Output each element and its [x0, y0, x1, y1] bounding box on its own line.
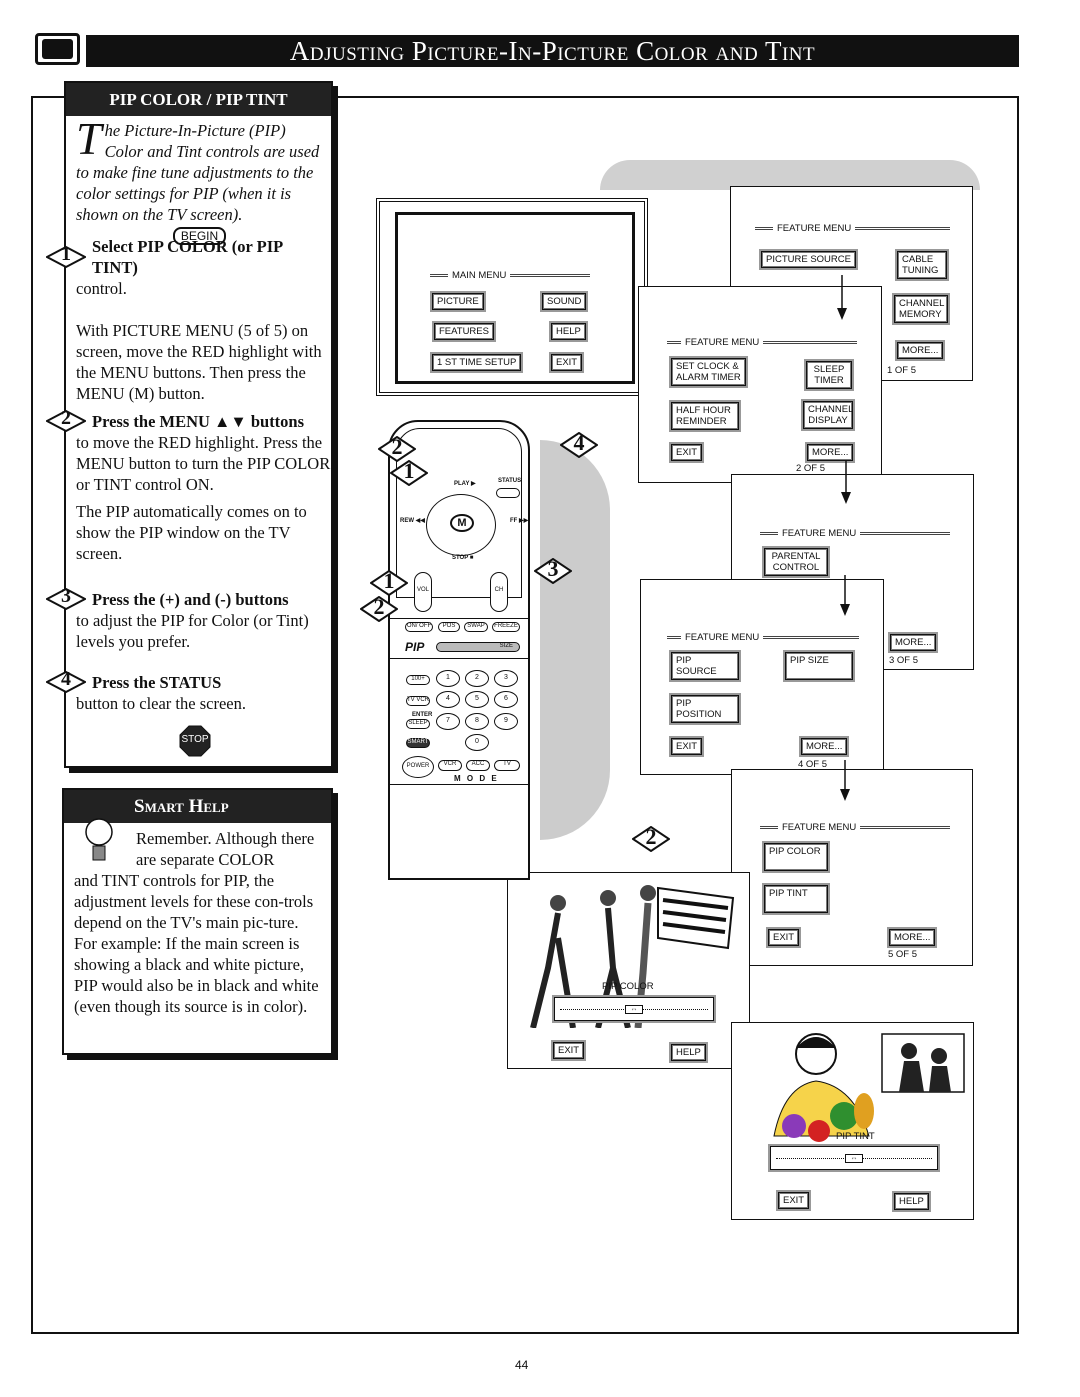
pip-tint-slider[interactable]: ⇔ [768, 1144, 940, 1172]
step-1: 1 Select PIP COLOR (or PIP TINT) control.… [46, 236, 331, 404]
mode-label: M O D E [454, 774, 499, 783]
main-menu-screen: MAIN MENU PICTURE SOUND FEATURES HELP 1 … [376, 198, 648, 396]
step-2: 2 Press the MENU ▲▼ buttons to move the R… [46, 408, 331, 564]
help-button[interactable]: HELP [549, 321, 588, 342]
pip-color-screen: PIP COLOR ⇔ EXIT HELP [507, 872, 750, 1069]
features-button[interactable]: FEATURES [432, 321, 496, 342]
arrow-icons [837, 275, 851, 801]
pip-on-off-button[interactable]: ON/ OFF [405, 622, 433, 632]
more-button[interactable]: MORE... [886, 927, 938, 948]
digit-4-button[interactable]: 4 [436, 691, 460, 708]
stop-label: STOP ■ [452, 555, 474, 561]
pip-color-button[interactable]: PIP COLOR [762, 841, 830, 873]
step-badge: 4 [559, 430, 599, 459]
pip-tint-label: PIP TINT [836, 1131, 875, 1142]
intro-body: he Picture-In-Picture (PIP) Color and Ti… [76, 121, 320, 224]
remote-control: PLAY ▶ STATUS REW ◀◀ FF ▶▶ M STOP ■ VOL … [388, 420, 530, 880]
parental-control-button[interactable]: PARENTAL CONTROL [762, 546, 830, 578]
help-button[interactable]: HELP [669, 1042, 708, 1063]
exit-button[interactable]: EXIT [550, 1040, 587, 1061]
mode-acc-button[interactable]: ACC [466, 760, 490, 771]
page-title: Adjusting Picture-In-Picture Color and T… [86, 35, 1019, 67]
mode-vcr-button[interactable]: VCR [438, 760, 462, 771]
stop-sign-icon: STOP [179, 725, 211, 757]
status-button[interactable] [496, 488, 520, 498]
step-badge: 3 [533, 556, 573, 585]
cable-tuning-button[interactable]: CABLE TUNING [895, 249, 949, 281]
step-badge: 2 [631, 824, 671, 853]
tv-vcr-button[interactable]: TV VCR [406, 696, 430, 706]
digit-1-button[interactable]: 1 [436, 670, 460, 687]
picture-button[interactable]: PICTURE [430, 291, 486, 312]
pip-color-label: PIP COLOR [602, 981, 654, 992]
page-indicator: 2 OF 5 [796, 463, 826, 474]
ff-label: FF ▶▶ [510, 518, 529, 524]
exit-button[interactable]: EXIT [668, 442, 705, 463]
pip-size-button[interactable]: SIZE [436, 642, 520, 652]
status-label: STATUS [498, 478, 522, 484]
tv-icon [35, 33, 80, 65]
step-4: 4 Press the STATUS button to clear the sc… [46, 669, 331, 714]
menu-title: MAIN MENU [452, 270, 507, 281]
enter-label: ENTER [412, 712, 433, 718]
hundred-plus-button[interactable]: 100+ [406, 675, 430, 685]
page-indicator: 3 OF 5 [889, 655, 919, 666]
pip-position-button[interactable]: PIP POSITION [669, 693, 741, 725]
page-number: 44 [515, 1358, 529, 1372]
sound-button[interactable]: SOUND [539, 291, 589, 312]
volume-button[interactable]: VOL [414, 572, 432, 612]
beam [540, 440, 610, 840]
more-button[interactable]: MORE... [894, 340, 946, 361]
rew-label: REW ◀◀ [400, 518, 425, 524]
digit-8-button[interactable]: 8 [465, 713, 489, 730]
pip-swap-button[interactable]: SWAP [464, 622, 488, 632]
power-button[interactable]: POWER [402, 756, 434, 778]
play-label: PLAY ▶ [454, 481, 476, 487]
step-badge: 1 [389, 458, 429, 487]
panel-heading: PIP COLOR / PIP TINT [66, 83, 331, 116]
lightbulb-icon [82, 810, 116, 870]
channel-memory-button[interactable]: CHANNEL MEMORY [892, 293, 950, 325]
digit-9-button[interactable]: 9 [494, 713, 518, 730]
exit-button[interactable]: EXIT [668, 736, 705, 757]
page-indicator: 5 OF 5 [888, 949, 918, 960]
step-badge: 1 [369, 568, 409, 597]
pip-pos-button[interactable]: POS [438, 622, 460, 632]
exit-button[interactable]: EXIT [548, 352, 585, 373]
digit-5-button[interactable]: 5 [465, 691, 489, 708]
half-hour-reminder-button[interactable]: HALF HOUR REMINDER [669, 400, 741, 432]
first-time-setup-button[interactable]: 1 ST TIME SETUP [429, 352, 524, 373]
intro-text: The Picture-In-Picture (PIP) Color and T… [76, 113, 323, 225]
pip-tint-button[interactable]: PIP TINT [762, 883, 830, 915]
channel-button[interactable]: CH [490, 572, 508, 612]
sleep-button[interactable]: SLEEP [406, 719, 430, 729]
digit-3-button[interactable]: 3 [494, 670, 518, 687]
pip-label: PIP [405, 640, 425, 654]
more-button[interactable]: MORE... [887, 632, 939, 653]
help-button[interactable]: HELP [892, 1191, 931, 1212]
smart-help-panel: Smart Help Remember. Although there are … [62, 788, 333, 1055]
digit-2-button[interactable]: 2 [465, 670, 489, 687]
pip-source-button[interactable]: PIP SOURCE [669, 650, 741, 682]
pip-freeze-button[interactable]: FREEZE [492, 622, 520, 632]
pip-color-slider[interactable]: ⇔ [552, 995, 716, 1023]
pip-tint-screen: PIP TINT ⇔ EXIT HELP [731, 1022, 974, 1220]
digit-0-button[interactable]: 0 [465, 734, 489, 751]
fruit-picture [773, 1033, 965, 1142]
mode-tv-button[interactable]: TV [494, 760, 520, 771]
step-badge: 2 [359, 594, 399, 623]
menu-m-button[interactable]: M [450, 514, 474, 532]
smart-button[interactable]: SMART [406, 738, 430, 748]
digit-7-button[interactable]: 7 [436, 713, 460, 730]
picture-source-button[interactable]: PICTURE SOURCE [759, 249, 858, 270]
dropcap: T [76, 113, 102, 164]
exit-button[interactable]: EXIT [775, 1190, 812, 1211]
smart-help-text: and TINT controls for PIP, the adjustmen… [74, 871, 319, 1016]
exit-button[interactable]: EXIT [765, 927, 802, 948]
page-indicator: 1 OF 5 [887, 365, 917, 376]
step-3: 3 Press the (+) and (-) buttons to adjust… [46, 586, 331, 652]
digit-6-button[interactable]: 6 [494, 691, 518, 708]
set-clock-button[interactable]: SET CLOCK & ALARM TIMER [669, 356, 748, 388]
